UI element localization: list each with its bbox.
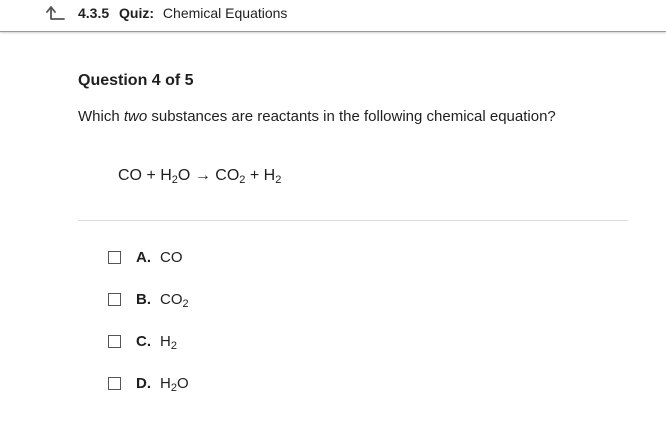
answer-subscript: 2	[182, 297, 189, 310]
equation-part: CO + H	[118, 167, 172, 184]
arrow-up-left-icon[interactable]	[44, 4, 66, 22]
checkbox[interactable]	[108, 334, 121, 348]
reaction-arrow: →	[190, 167, 216, 184]
answer-option-b[interactable]: B. CO2	[108, 287, 189, 311]
answer-text: CO	[160, 249, 183, 266]
checkbox[interactable]	[108, 376, 121, 390]
answer-main: CO	[160, 290, 183, 308]
answer-letter: A.	[136, 248, 151, 266]
answer-option-d[interactable]: D. H2O	[108, 371, 189, 395]
checkbox[interactable]	[108, 250, 121, 264]
question-heading: Question 4 of 5	[78, 72, 194, 89]
answer-option-c[interactable]: C. H2	[108, 329, 177, 353]
answer-letter: B.	[136, 290, 151, 308]
equation-subscript: 2	[275, 174, 282, 186]
prompt-text-end: substances are reactants in the followin…	[147, 108, 556, 125]
answer-main: CO	[160, 248, 183, 266]
quiz-header: 4.3.5 Quiz: Chemical Equations	[0, 0, 666, 32]
answer-option-a[interactable]: A. CO	[108, 245, 183, 269]
equation-part: CO	[215, 167, 240, 184]
equation-part: + H	[245, 167, 276, 184]
answer-main: H	[160, 374, 171, 392]
answer-tail: O	[176, 374, 189, 392]
chemical-equation: CO + H2O → CO2 + H2	[118, 167, 282, 186]
answer-text: CO2	[160, 290, 189, 310]
equation-part: O	[177, 167, 191, 184]
activity-number: 4.3.5	[78, 5, 110, 21]
answer-text: H2	[160, 332, 177, 352]
prompt-emphasis: two	[123, 108, 148, 125]
activity-title: Chemical Equations	[162, 5, 288, 21]
question-prompt: Which two substances are reactants in th…	[78, 108, 556, 125]
breadcrumb: 4.3.5 Quiz: Chemical Equations	[78, 4, 287, 22]
checkbox[interactable]	[108, 292, 121, 306]
prompt-text-start: Which	[78, 108, 124, 125]
answer-text: H2O	[160, 374, 189, 394]
answer-subscript: 2	[170, 339, 177, 352]
divider	[78, 220, 628, 221]
answer-letter: C.	[136, 332, 151, 350]
answer-main: H	[160, 332, 171, 350]
answer-letter: D.	[136, 374, 151, 392]
activity-type: Quiz:	[119, 5, 155, 21]
